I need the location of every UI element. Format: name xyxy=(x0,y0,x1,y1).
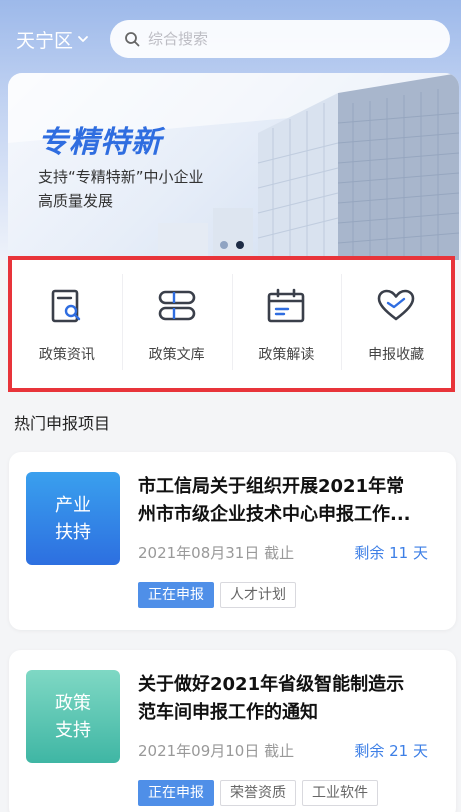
badge-line1: 政策 xyxy=(55,692,91,714)
category-badge: 政策 支持 xyxy=(26,670,120,763)
project-title-line1: 市工信局关于组织开展2021年常 xyxy=(138,476,405,497)
district-selector[interactable]: 天宁区 xyxy=(16,22,89,56)
project-title: 市工信局关于组织开展2021年常 州市市级企业技术中心申报工作... xyxy=(138,473,436,529)
banner-subtitle-line1: 支持“专精特新”中小企业 xyxy=(38,168,204,186)
chevron-down-icon xyxy=(78,36,88,42)
quick-item-label: 政策解读 xyxy=(258,347,315,363)
top-header: 天宁区 xyxy=(0,18,461,60)
quick-item-policy-interpretation[interactable]: 政策解读 xyxy=(231,260,342,388)
calendar-icon xyxy=(268,288,305,323)
project-card[interactable]: 政策 支持 关于做好2021年省级智能制造示 范车间申报工作的通知 2021年0… xyxy=(9,650,456,812)
search-document-icon xyxy=(51,289,81,323)
banner-title: 专精特新 xyxy=(38,125,162,160)
category-tag: 荣誉资质 xyxy=(220,780,296,806)
database-icon xyxy=(158,290,195,321)
deadline-date: 2021年09月10日 截止 xyxy=(138,742,295,760)
category-tag: 人才计划 xyxy=(220,582,296,608)
quick-item-label: 政策文库 xyxy=(148,347,205,363)
search-bar[interactable] xyxy=(110,20,450,58)
search-icon xyxy=(125,32,140,47)
remaining-days: 剩余 21 天 xyxy=(354,742,428,760)
banner-subtitle-line2: 高质量发展 xyxy=(38,192,114,210)
category-badge: 产业 扶持 xyxy=(26,472,120,565)
tag-list: 正在申报 人才计划 xyxy=(138,582,296,608)
category-tag: 工业软件 xyxy=(302,780,378,806)
carousel-dot[interactable] xyxy=(220,241,228,249)
project-title-line2: 范车间申报工作的通知 xyxy=(138,702,318,723)
quick-item-favorites[interactable]: 申报收藏 xyxy=(341,260,451,388)
carousel-dot-active[interactable] xyxy=(236,241,244,249)
badge-line2: 支持 xyxy=(55,719,91,741)
project-title-line2: 州市市级企业技术中心申报工作... xyxy=(138,504,411,525)
deadline-date: 2021年08月31日 截止 xyxy=(138,544,295,562)
project-title: 关于做好2021年省级智能制造示 范车间申报工作的通知 xyxy=(138,671,436,727)
quick-item-label: 政策资讯 xyxy=(38,347,95,363)
badge-line2: 扶持 xyxy=(55,521,91,543)
carousel-indicator xyxy=(220,241,244,249)
heart-icon xyxy=(377,289,415,321)
tag-list: 正在申报 荣誉资质 工业软件 xyxy=(138,780,378,806)
promo-banner[interactable]: 专精特新 支持“专精特新”中小企业 高质量发展 xyxy=(8,73,459,260)
remaining-days: 剩余 11 天 xyxy=(354,544,428,562)
search-input[interactable] xyxy=(148,30,408,48)
quick-item-label: 申报收藏 xyxy=(368,347,425,363)
quick-item-policy-news[interactable]: 政策资讯 xyxy=(12,260,122,388)
banner-subtitle: 支持“专精特新”中小企业 高质量发展 xyxy=(38,165,238,213)
badge-line1: 产业 xyxy=(55,494,91,516)
status-tag: 正在申报 xyxy=(138,780,214,806)
district-label: 天宁区 xyxy=(16,29,74,52)
section-title: 热门申报项目 xyxy=(14,414,111,433)
quick-item-policy-library[interactable]: 政策文库 xyxy=(121,260,232,388)
quick-menu: 政策资讯 政策文库 政策解读 申报收藏 xyxy=(8,256,455,392)
project-card[interactable]: 产业 扶持 市工信局关于组织开展2021年常 州市市级企业技术中心申报工作...… xyxy=(9,452,456,630)
project-title-line1: 关于做好2021年省级智能制造示 xyxy=(138,674,405,695)
status-tag: 正在申报 xyxy=(138,582,214,608)
